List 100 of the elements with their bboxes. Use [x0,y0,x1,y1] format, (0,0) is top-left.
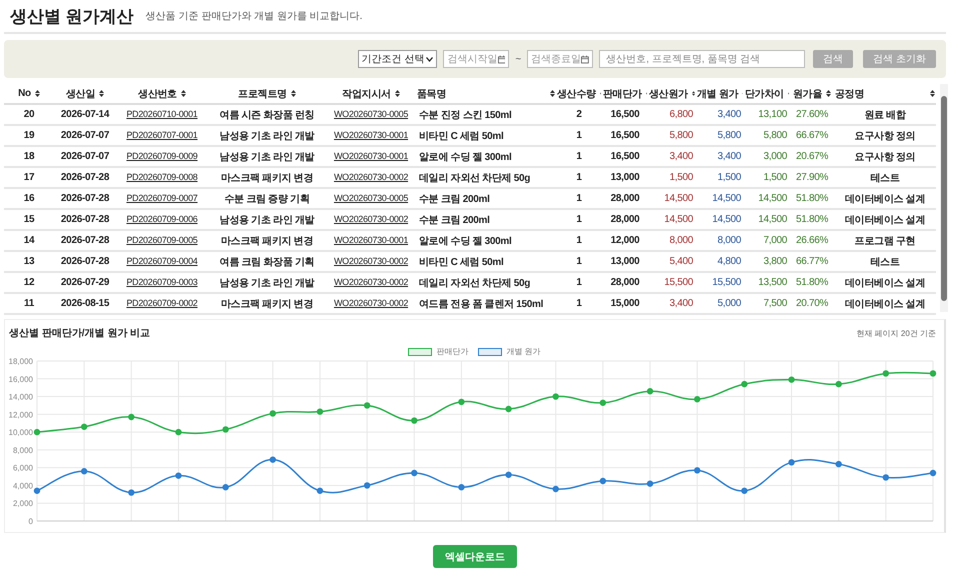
column-header[interactable]: 생산일 [66,86,96,100]
record-link[interactable]: WO20260730-0001 [334,235,408,245]
record-link[interactable]: WO20260730-0002 [334,298,408,308]
data-point [646,388,654,394]
table-cell: 데일리 자외선 차단제 50g [419,172,530,184]
end-date-field[interactable]: 검색종료일 [527,50,594,68]
record-link[interactable]: PD20260709-0006 [126,214,198,224]
record-link[interactable]: PD20260707-0001 [126,130,198,140]
record-link[interactable]: WO20260730-0002 [334,277,408,287]
table-cell: 15,000 [610,298,640,309]
table-cell: 남성용 기초 라인 개발 [220,152,314,162]
data-point [552,393,559,400]
period-select[interactable]: 기간조건 선택 [358,50,438,68]
data-point [128,489,135,496]
axis-tick-label: 6,000 [12,464,33,473]
table-cell: 4,800 [717,256,741,267]
column-header[interactable]: 원가율 [792,86,822,100]
range-separator: ~ [515,54,522,64]
record-link[interactable]: WO20260730-0002 [334,172,408,182]
table-cell: 3,400 [717,109,741,120]
column-header[interactable]: 작업지시서 [342,86,391,100]
table-cell: 15,500 [712,277,741,288]
column-header[interactable]: No [18,88,31,99]
calendar-icon[interactable] [498,54,506,64]
table-cell: 12 [24,277,34,288]
table-cell: 5,800 [669,130,693,141]
column-header[interactable]: 공정명 [835,86,864,100]
table-cell: 수분 진정 스킨 150ml [419,110,512,120]
record-link[interactable]: WO20260730-0001 [334,130,408,140]
table-cell: 13,000 [610,172,640,183]
table-cell: 여름 크림 화장품 기획 [220,256,314,268]
data-point [882,370,890,377]
table-cell: 26.66% [796,235,828,246]
axis-tick-label: 2,000 [12,499,33,508]
column-header[interactable]: 생산번호 [138,86,177,100]
table-cell: 1 [576,151,582,162]
search-field[interactable]: 생산번호, 프로젝트명, 품목명 검색 [599,50,806,68]
record-link[interactable]: PD20260709-0005 [126,235,198,245]
table-cell: 3,400 [717,151,741,162]
table-cell: 데이터베이스 설계 [844,278,926,288]
table-cell: 66.67% [796,130,828,141]
table-cell: 6,800 [669,109,693,120]
record-link[interactable]: WO20260730-0005 [334,193,408,203]
table-cell: 남성용 기초 라인 개발 [220,214,314,226]
table-cell: 수분 크림 200ml [419,194,490,204]
data-point [80,424,88,430]
column-header[interactable]: 프로젝트명 [238,86,287,100]
table-cell: 5,800 [717,130,741,141]
data-point [930,470,936,476]
table-cell: 1,500 [717,172,741,183]
table-cell: 테스트 [870,256,900,268]
table-cell: 수분 크림 증량 기획 [224,194,310,204]
table-cell: 1 [576,172,582,183]
record-link[interactable]: PD20260709-0009 [126,151,198,161]
table-cell: 여름 시즌 화장품 런칭 [220,110,314,120]
table-cell: 14,500 [712,193,741,204]
calendar-icon[interactable] [581,54,590,64]
record-link[interactable]: WO20260730-0001 [334,151,408,161]
start-date-field[interactable]: 검색시작일 [443,50,510,68]
record-link[interactable]: WO20260730-0005 [334,109,408,119]
table-cell: 알로에 수딩 젤 300ml [419,152,512,162]
record-link[interactable]: PD20260709-0007 [126,193,198,203]
table-cell: 14,500 [758,214,787,225]
record-link[interactable]: PD20260709-0003 [126,277,198,287]
data-point [646,480,654,487]
record-link[interactable]: WO20260730-0002 [334,256,408,266]
table-cell: 17 [24,172,34,183]
axis-tick-label: 10,000 [8,428,33,438]
table-cell: 28,000 [610,277,640,288]
chart-note: 현재 페이지 20건 기준 [856,328,936,338]
column-header[interactable]: 단가차이 [745,86,784,100]
scrollbar[interactable] [940,84,948,312]
chevron-down-icon [426,56,434,62]
data-point [222,426,229,433]
column-header[interactable]: 생산수량 [557,86,596,100]
table-cell: 1,500 [669,172,693,183]
table-cell: 15,500 [664,277,693,288]
table-cell: 15 [24,214,34,225]
column-header[interactable]: 생산원가 [649,86,688,100]
data-point [175,472,182,479]
column-header[interactable]: 품목명 [417,86,446,100]
data-point [600,400,606,406]
record-link[interactable]: PD20260709-0002 [126,298,198,308]
data-point [694,467,700,474]
record-link[interactable]: PD20260709-0004 [126,256,198,266]
data-point [930,370,936,377]
record-link[interactable]: WO20260730-0002 [334,214,408,224]
data-point [505,406,512,412]
record-link[interactable]: PD20260710-0001 [126,109,198,119]
data-point [364,482,370,489]
data-point [80,468,88,474]
record-link[interactable]: PD20260709-0008 [126,172,198,182]
table-cell: 여드름 전용 폼 클렌저 150ml [419,298,544,310]
table-cell: 1 [576,298,582,309]
legend-swatch [478,348,502,356]
axis-tick-label: 0 [28,517,33,526]
table-cell: 1 [576,214,582,225]
column-header[interactable]: 판매단가 [603,86,642,100]
column-header[interactable]: 개별 원가 [697,86,738,100]
legend-swatch [408,348,432,356]
